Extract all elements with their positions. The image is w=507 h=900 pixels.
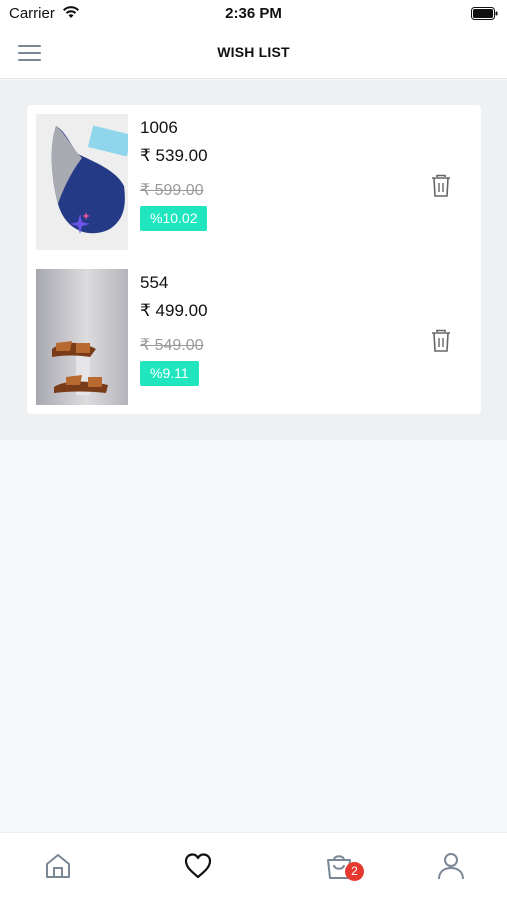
home-icon[interactable] — [43, 851, 73, 881]
wishlist-item[interactable]: 1006 ₹ 539.00 ₹ 599.00 %10.02 — [27, 114, 481, 252]
page-title: WISH LIST — [217, 44, 290, 60]
item-price: ₹ 539.00 — [140, 146, 208, 165]
item-original-price: ₹ 599.00 — [140, 182, 204, 199]
discount-badge: %10.02 — [140, 206, 208, 231]
item-name: 1006 — [140, 118, 178, 137]
sandal-image[interactable] — [36, 269, 128, 405]
bottom-tab-bar — [0, 832, 507, 900]
item-price: ₹ 499.00 — [140, 301, 208, 320]
wishlist-item[interactable]: 554 ₹ 499.00 ₹ 549.00 %9.11 — [27, 269, 481, 407]
user-icon[interactable] — [436, 851, 466, 881]
battery-icon — [471, 7, 498, 20]
wishlist-card: 1006 ₹ 539.00 ₹ 599.00 %10.02 554 ₹ 499.… — [27, 105, 481, 414]
top-app-bar: WISH LIST — [0, 28, 507, 79]
trash-icon[interactable] — [430, 329, 452, 353]
discount-badge: %9.11 — [140, 361, 199, 386]
item-name: 554 — [140, 273, 169, 292]
cart-count-badge: 2 — [345, 862, 364, 881]
trash-icon[interactable] — [430, 174, 452, 198]
item-original-price: ₹ 549.00 — [140, 337, 204, 354]
heart-icon[interactable] — [183, 851, 213, 881]
clock: 2:36 PM — [225, 5, 282, 22]
status-bar: Carrier 2:36 PM — [0, 0, 507, 28]
shoe-flat-image[interactable] — [36, 114, 128, 250]
